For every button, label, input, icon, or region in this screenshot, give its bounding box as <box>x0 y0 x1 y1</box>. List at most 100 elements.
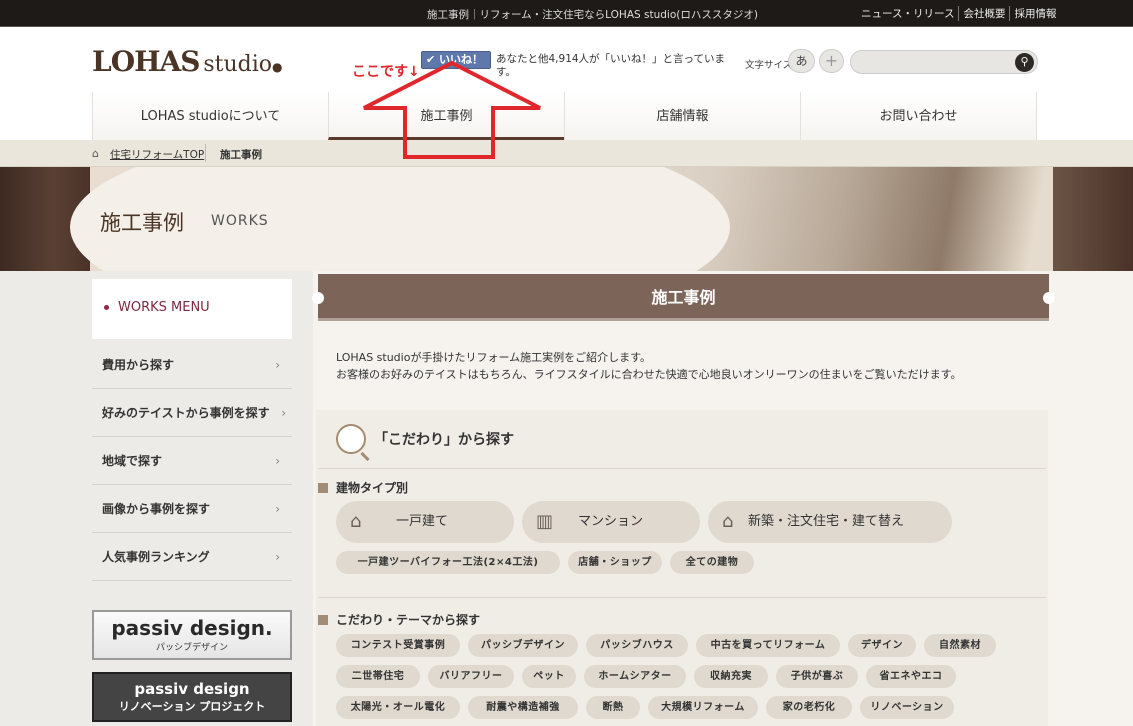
sidebar-item-label: 画像から事例を探す <box>102 502 211 516</box>
passiv-design-banner[interactable]: passiv design. パッシブデザイン <box>92 610 292 660</box>
breadcrumb-home-link[interactable]: 住宅リフォームTOP <box>110 147 204 162</box>
kodawari-heading: 「こだわり」から探す <box>336 424 514 454</box>
main-right-margin <box>1053 271 1133 726</box>
tag-insulation[interactable]: 断熱 <box>586 696 640 719</box>
sidebar-menu: 費用から探す › 好みのテイストから事例を探す › 地域で探す › 画像から事例を探す… <box>92 341 292 581</box>
square-bullet-icon <box>318 483 328 493</box>
intro-line-2: お客様のお好みのテイストはもちろん、ライフスタイルに合わせた快適で心地良いオンリ… <box>336 368 962 381</box>
breadcrumb-current: 施工事例 <box>220 149 262 161</box>
hero-wood-right <box>1053 167 1133 271</box>
magnifier-icon <box>336 424 366 454</box>
tag-eco[interactable]: 省エネやエコ <box>866 665 956 688</box>
tag-pet[interactable]: ペット <box>522 665 576 688</box>
hero-banner: 施工事例 WORKS <box>0 167 1133 271</box>
font-size-small-button[interactable]: あ <box>788 49 815 73</box>
building-detached-button[interactable]: ⌂ 一戸建て <box>336 501 514 543</box>
tag-solar[interactable]: 太陽光・オール電化 <box>336 696 460 719</box>
tag-storage[interactable]: 収納充実 <box>694 665 768 688</box>
hero-subtitle: WORKS <box>211 213 269 229</box>
chevron-right-icon: › <box>281 406 286 420</box>
chevron-right-icon: › <box>275 550 280 564</box>
sidebar-item-label: 人気事例ランキング <box>102 550 210 564</box>
divider <box>318 597 1046 598</box>
logo-main: LOHAS <box>92 45 200 78</box>
sidebar-item-cost[interactable]: 費用から探す › <box>92 341 292 389</box>
tag-contest[interactable]: コンテスト受賞事例 <box>336 634 460 657</box>
sidebar-item-ranking[interactable]: 人気事例ランキング › <box>92 533 292 581</box>
ribbon-right-dot <box>1043 292 1055 304</box>
new-house-icon: ⌂ <box>722 511 734 532</box>
sidebar-item-label: 好みのテイストから事例を探す <box>102 406 270 420</box>
building-type-heading: 建物タイプ別 <box>318 479 408 496</box>
square-bullet-icon <box>318 615 328 625</box>
tag-passive-house[interactable]: パッシブハウス <box>586 634 688 657</box>
tag-aging[interactable]: 家の老朽化 <box>766 696 852 719</box>
divider <box>318 468 1046 469</box>
logo-dot-icon: ● <box>271 60 283 74</box>
font-size-plus-button[interactable]: + <box>819 49 844 73</box>
nav-contact[interactable]: お問い合わせ <box>800 92 1037 140</box>
sidebar-item-label: 地域で探す <box>102 454 163 468</box>
banner2-title: passiv design <box>134 680 250 698</box>
building-type-label: 建物タイプ別 <box>336 481 409 495</box>
main-nav: LOHAS studioについて 施工事例 店舗情報 お問い合わせ <box>92 92 1037 140</box>
tag-all-buildings[interactable]: 全ての建物 <box>670 551 754 574</box>
search-icon[interactable]: ⚲ <box>1015 53 1034 72</box>
tag-design[interactable]: デザイン <box>848 634 916 657</box>
tag-used-reform[interactable]: 中古を買ってリフォーム <box>696 634 840 657</box>
theme-heading: こだわり・テーマから探す <box>318 611 480 628</box>
tag-kids[interactable]: 子供が喜ぶ <box>776 665 858 688</box>
sidebar-item-label: 費用から探す <box>102 358 175 372</box>
renovation-project-banner[interactable]: passiv design リノベーション プロジェクト <box>92 672 292 722</box>
search-input[interactable]: ⚲ <box>850 50 1038 74</box>
top-link-company[interactable]: 会社概要 <box>959 6 1011 21</box>
tag-home-theater[interactable]: ホームシアター <box>584 665 686 688</box>
tag-two-generation[interactable]: 二世帯住宅 <box>336 665 420 688</box>
nav-shops[interactable]: 店舗情報 <box>564 92 800 140</box>
tag-2x4[interactable]: 一戸建ツーバイフォー工法(2×4工法) <box>336 551 560 574</box>
annotation-arrow-icon <box>363 60 541 159</box>
tag-barrier-free[interactable]: バリアフリー <box>428 665 514 688</box>
sidebar-item-area[interactable]: 地域で探す › <box>92 437 292 485</box>
logo-sub: studio <box>203 52 272 77</box>
site-title-text: 施工事例｜リフォーム・注文住宅ならLOHAS studio(ロハススタジオ) <box>427 9 758 21</box>
theme-label: こだわり・テーマから探す <box>336 613 481 627</box>
tag-passive-design[interactable]: パッシブデザイン <box>468 634 578 657</box>
breadcrumb: ⌂ 住宅リフォームTOP 施工事例 <box>0 140 1133 167</box>
building-newbuild-button[interactable]: ⌂ 新築・注文住宅・建て替え <box>708 501 952 543</box>
site-logo[interactable]: LOHAS studio● <box>92 45 282 78</box>
tag-natural[interactable]: 自然素材 <box>924 634 996 657</box>
chevron-right-icon: › <box>275 358 280 372</box>
intro-line-1: LOHAS studioが手掛けたリフォーム施工実例をご紹介します。 <box>336 351 652 364</box>
works-menu-title: WORKS MENU <box>118 300 210 315</box>
top-link-news[interactable]: ニュース・リリース <box>857 6 960 21</box>
top-bar: 施工事例｜リフォーム・注文住宅ならLOHAS studio(ロハススタジオ) ニ… <box>0 0 1133 27</box>
ribbon-left-dot <box>312 292 324 304</box>
tag-seismic[interactable]: 耐震や構造補強 <box>468 696 578 719</box>
kodawari-title: 「こだわり」から探す <box>374 432 514 448</box>
sidebar-item-image[interactable]: 画像から事例を探す › <box>92 485 292 533</box>
header: LOHAS studio● ここです↓ ✔ いいね！ あなたと他4,914人が「… <box>0 27 1133 140</box>
chevron-right-icon: › <box>275 502 280 516</box>
banner1-subtitle: パッシブデザイン <box>155 643 228 653</box>
bullet-icon <box>104 305 109 310</box>
building-icon: ▥ <box>536 511 554 532</box>
building-mansion-button[interactable]: ▥ マンション <box>522 501 700 543</box>
building-detached-label: 一戸建て <box>396 514 449 529</box>
chevron-right-icon: › <box>275 454 280 468</box>
font-size-label: 文字サイズ <box>745 60 793 71</box>
building-newbuild-label: 新築・注文住宅・建て替え <box>748 514 905 529</box>
tag-large-reform[interactable]: 大規模リフォーム <box>648 696 758 719</box>
tag-renovation[interactable]: リノベーション <box>860 696 954 719</box>
banner2-subtitle: リノベーション プロジェクト <box>118 700 266 713</box>
top-links: ニュース・リリース 会社概要 採用情報 <box>857 6 1060 21</box>
home-icon: ⌂ <box>92 147 99 160</box>
section-ribbon: 施工事例 <box>312 274 1055 321</box>
ribbon-title: 施工事例 <box>651 288 716 307</box>
top-link-recruit[interactable]: 採用情報 <box>1010 6 1060 21</box>
hero-title: 施工事例 <box>100 211 184 235</box>
sidebar-item-taste[interactable]: 好みのテイストから事例を探す › <box>92 389 292 437</box>
tag-shop[interactable]: 店舗・ショップ <box>568 551 662 574</box>
works-menu-header: WORKS MENU <box>92 279 292 339</box>
nav-about[interactable]: LOHAS studioについて <box>92 92 328 140</box>
